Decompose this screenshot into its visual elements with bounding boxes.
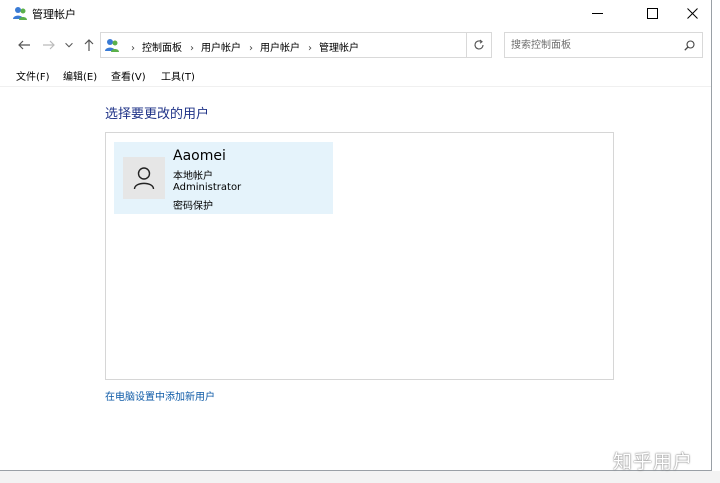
menu-view[interactable]: 查看(V) (111, 68, 146, 83)
back-arrow-icon (18, 40, 30, 50)
user-name: Aaomei (173, 148, 226, 164)
user-tile[interactable]: Aaomei 本地帐户 Administrator 密码保护 (114, 142, 333, 214)
close-icon (686, 8, 698, 19)
background-strip (0, 471, 720, 483)
watermark: 知乎用户 (613, 451, 694, 473)
breadcrumb-user-accounts[interactable]: 用户帐户 (201, 43, 241, 54)
search-box[interactable] (504, 32, 703, 58)
recent-locations-button[interactable] (63, 37, 75, 53)
navigation-bar: › 控制面板 › 用户帐户 › 用户帐户 › 管理帐户 (0, 30, 711, 60)
menu-bar: 文件(F) 编辑(E) 查看(V) 工具(T) (0, 64, 711, 84)
menu-tools[interactable]: 工具(T) (161, 68, 195, 83)
search-icon[interactable] (684, 40, 695, 51)
breadcrumb: › 控制面板 › 用户帐户 › 用户帐户 › 管理帐户 (123, 39, 359, 54)
breadcrumb-manage-accounts[interactable]: 管理帐户 (319, 43, 359, 54)
avatar (123, 157, 165, 199)
minimize-icon (591, 13, 603, 14)
maximize-button[interactable] (630, 0, 674, 27)
up-button[interactable] (81, 37, 97, 53)
up-arrow-icon (84, 39, 94, 51)
forward-button[interactable] (41, 37, 57, 53)
user-avatar-icon (133, 167, 155, 190)
refresh-icon (474, 39, 484, 50)
breadcrumb-separator: › (308, 43, 312, 54)
manage-accounts-window: 管理帐户 › 控制面板 › 用户帐户 › 用户帐户 › 管理帐户 搜索控制面板 … (0, 0, 712, 471)
menu-file[interactable]: 文件(F) (16, 68, 50, 83)
close-button[interactable] (670, 0, 711, 27)
breadcrumb-separator: › (131, 43, 135, 54)
address-bar[interactable]: › 控制面板 › 用户帐户 › 用户帐户 › 管理帐户 (100, 32, 552, 58)
menu-edit[interactable]: 编辑(E) (63, 68, 97, 83)
refresh-button[interactable] (466, 32, 492, 58)
forward-arrow-icon (43, 40, 55, 50)
recent-dropdown-icon (65, 42, 73, 48)
users-icon (13, 7, 27, 20)
menu-divider (0, 86, 711, 87)
account-type: 本地帐户 (173, 171, 213, 182)
breadcrumb-user-accounts-2[interactable]: 用户帐户 (260, 43, 300, 54)
title-bar: 管理帐户 (0, 0, 711, 27)
add-user-link[interactable]: 在电脑设置中添加新用户 (105, 388, 215, 403)
breadcrumb-control-panel[interactable]: 控制面板 (142, 43, 182, 54)
page-title: 选择要更改的用户 (105, 107, 210, 122)
breadcrumb-separator: › (190, 43, 194, 54)
background-right-edge (712, 0, 720, 483)
search-input[interactable] (511, 37, 676, 53)
user-list-panel: Aaomei 本地帐户 Administrator 密码保护 (105, 132, 614, 380)
account-role: Administrator (173, 182, 242, 193)
window-title: 管理帐户 (32, 8, 76, 21)
back-button[interactable] (16, 37, 32, 53)
breadcrumb-separator: › (249, 43, 253, 54)
users-icon (105, 39, 119, 52)
minimize-button[interactable] (575, 0, 619, 27)
maximize-icon (646, 8, 658, 19)
password-status: 密码保护 (173, 201, 213, 212)
